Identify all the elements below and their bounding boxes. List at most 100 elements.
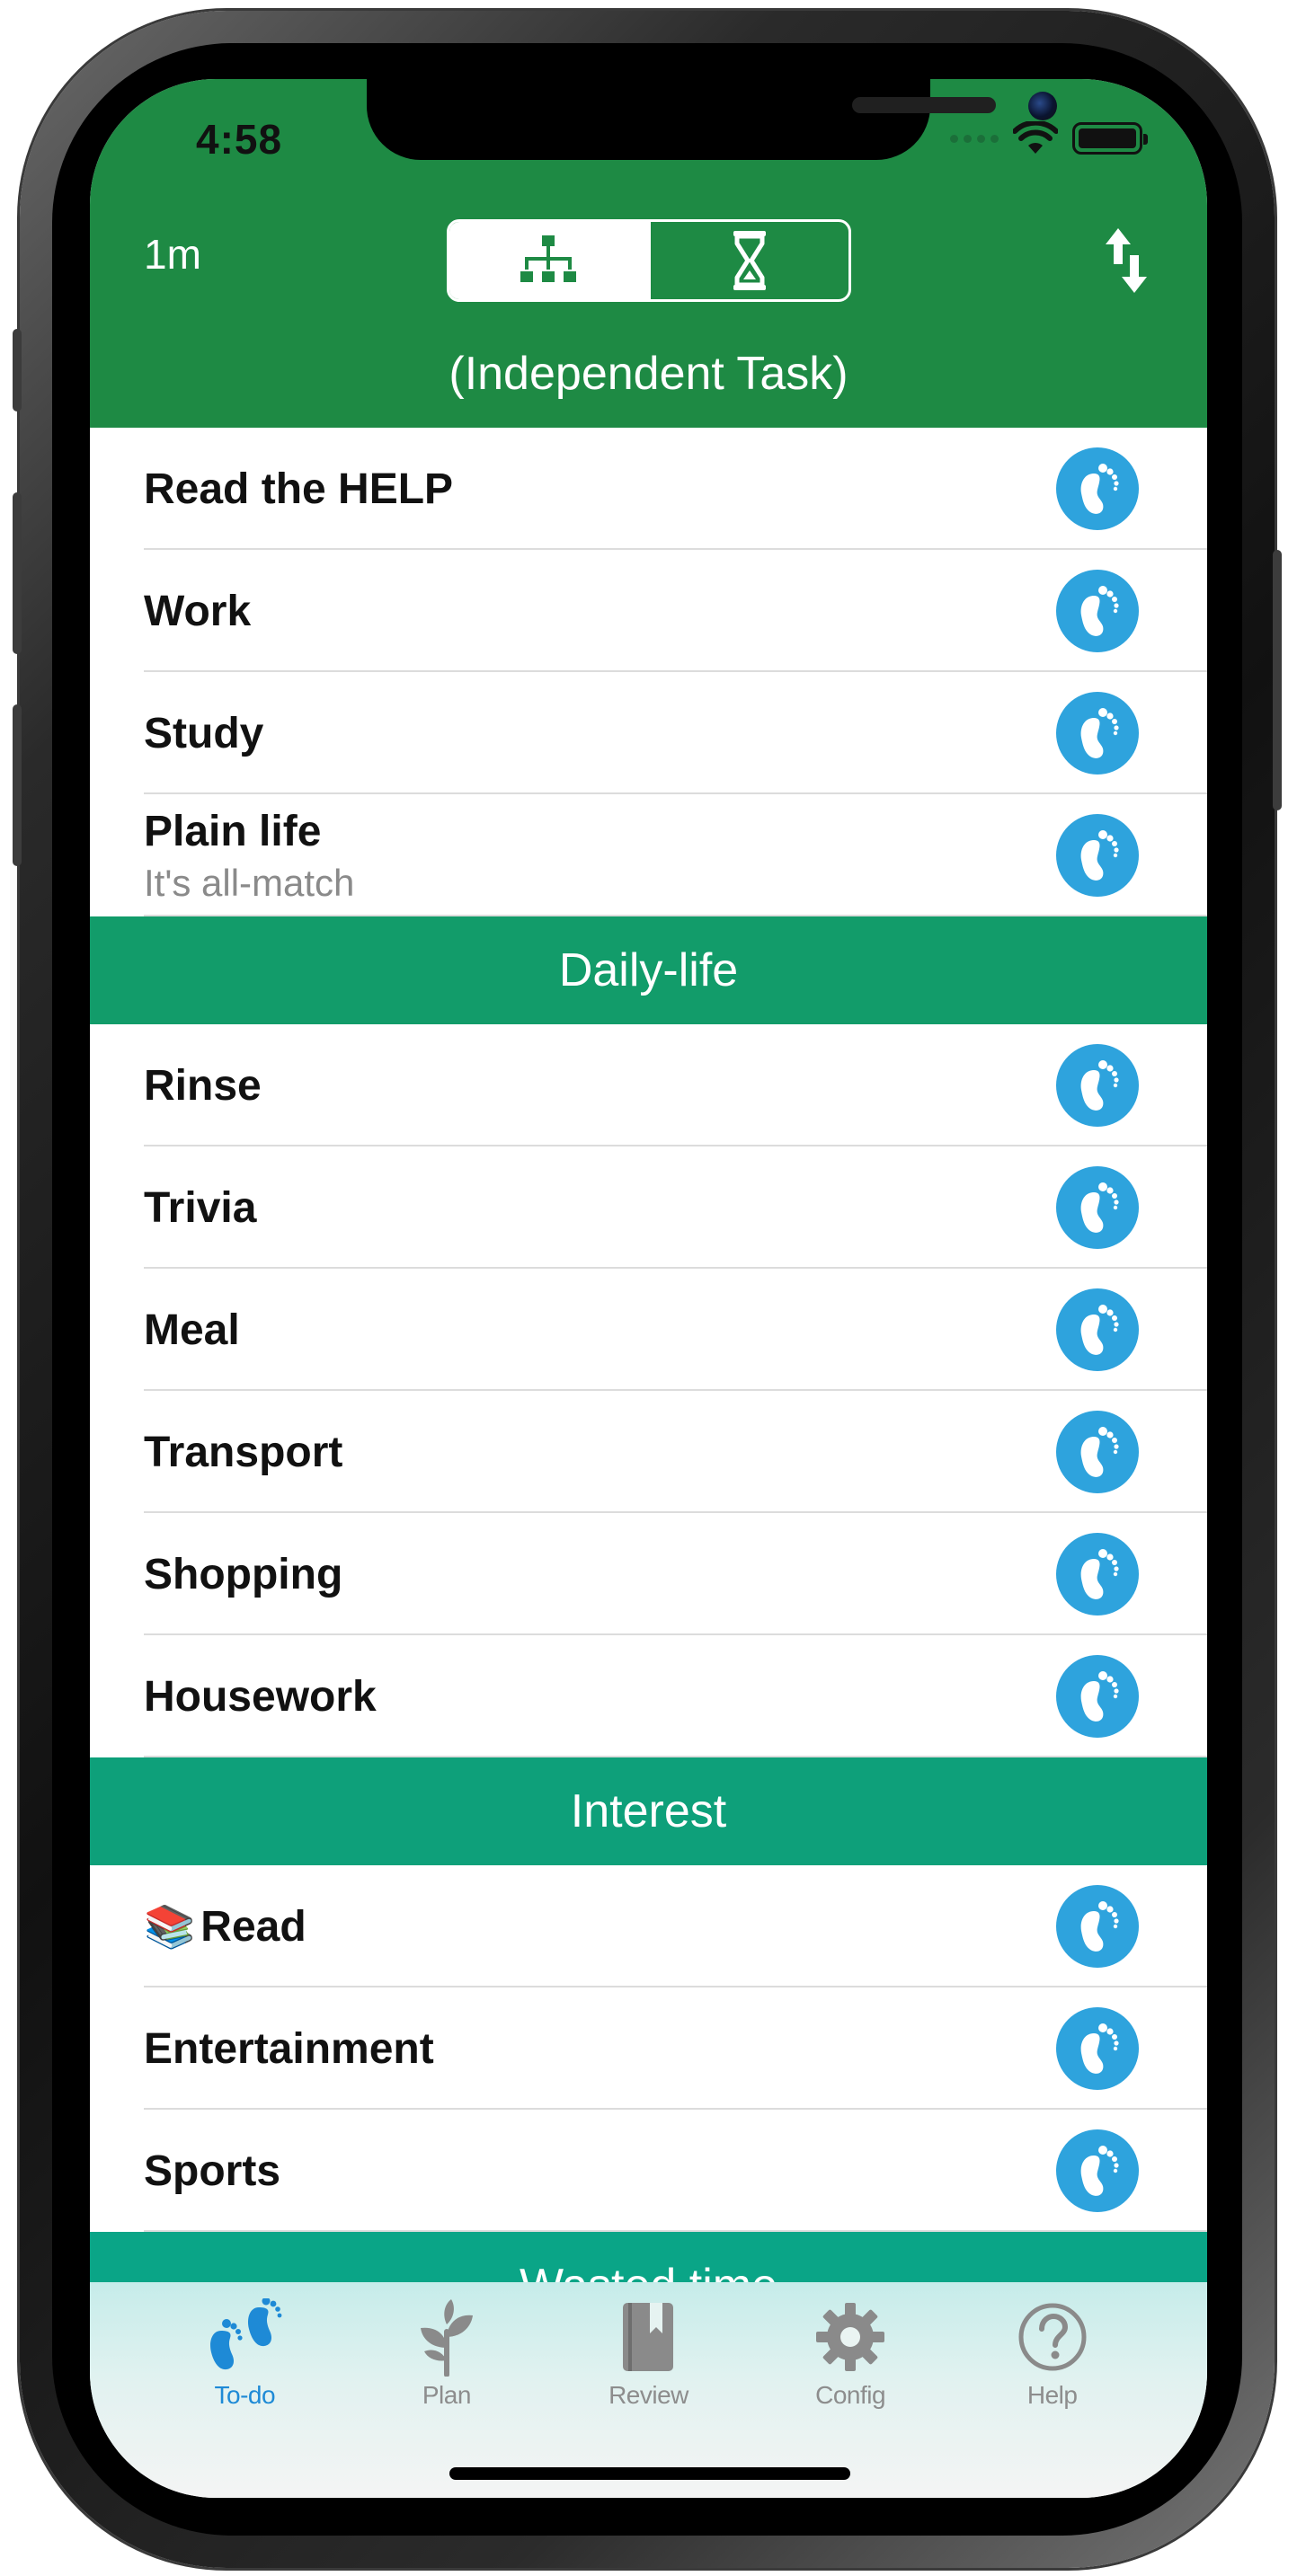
- row-divider: [144, 1756, 1207, 1757]
- task-label-text: Trivia: [144, 1183, 257, 1232]
- hierarchy-view-segment[interactable]: [449, 222, 648, 299]
- task-subtitle: It's all-match: [144, 861, 355, 904]
- footprint-icon: [1080, 1671, 1119, 1722]
- tab-review[interactable]: Review: [547, 2282, 750, 2498]
- task-row-plain-life[interactable]: Plain life It's all-match: [90, 794, 1207, 916]
- footprint-icon: [1080, 464, 1119, 514]
- task-label-text: Work: [144, 587, 252, 635]
- task-row-transport[interactable]: Transport: [90, 1391, 1207, 1513]
- start-task-button[interactable]: [1056, 570, 1139, 652]
- tab-bar: To-do Plan Review Config Help: [90, 2282, 1207, 2498]
- footprint-icon: [1080, 1901, 1119, 1952]
- start-task-button[interactable]: [1056, 1288, 1139, 1371]
- footprint-icon: [1080, 1549, 1119, 1599]
- tab-label: Plan: [422, 2381, 472, 2409]
- task-text: 📚 Read: [144, 1902, 306, 1952]
- start-task-button[interactable]: [1056, 2129, 1139, 2212]
- start-task-button[interactable]: [1056, 1044, 1139, 1127]
- footprint-icon: [1080, 708, 1119, 758]
- task-text: Housework: [144, 1672, 377, 1722]
- sort-arrows-icon: [1106, 228, 1147, 293]
- tab-to-do[interactable]: To-do: [144, 2282, 346, 2498]
- home-indicator[interactable]: [449, 2467, 850, 2480]
- tab-label: Review: [609, 2381, 688, 2409]
- footprint-icon: [1080, 1305, 1119, 1355]
- volume-up-button: [13, 492, 22, 654]
- task-text: Work: [144, 587, 251, 636]
- view-mode-segmented-control[interactable]: [447, 219, 851, 302]
- task-label-text: Study: [144, 709, 264, 757]
- task-label-text: Shopping: [144, 1550, 343, 1598]
- task-row-shopping[interactable]: Shopping: [90, 1513, 1207, 1635]
- task-label: Plain life: [144, 807, 354, 856]
- task-label-text: Plain life: [144, 807, 322, 855]
- start-task-button[interactable]: [1056, 814, 1139, 897]
- task-text: Transport: [144, 1428, 342, 1477]
- task-label-text: Transport: [144, 1428, 343, 1476]
- task-text: Shopping: [144, 1550, 342, 1599]
- footprint-icon: [1080, 830, 1119, 881]
- task-text: Plain life It's all-match: [144, 807, 354, 905]
- footprint-icon: [1080, 2023, 1119, 2074]
- task-label: Entertainment: [144, 2024, 434, 2074]
- start-task-button[interactable]: [1056, 1533, 1139, 1616]
- timer-label[interactable]: 1m: [144, 230, 201, 279]
- time-view-segment[interactable]: [647, 222, 849, 299]
- hierarchy-icon: [520, 235, 577, 282]
- tab-config[interactable]: Config: [750, 2282, 952, 2498]
- task-text: Study: [144, 709, 263, 758]
- task-row-housework[interactable]: Housework: [90, 1635, 1207, 1757]
- sort-button[interactable]: [1099, 225, 1153, 297]
- footprint-icon: [1080, 586, 1119, 636]
- start-task-button[interactable]: [1056, 1166, 1139, 1249]
- start-task-button[interactable]: [1056, 692, 1139, 775]
- section-header-independent-task: (Independent Task): [90, 320, 1207, 428]
- task-text: Rinse: [144, 1061, 262, 1111]
- task-row-meal[interactable]: Meal: [90, 1269, 1207, 1391]
- speaker: [852, 97, 996, 113]
- notch: [367, 79, 1057, 160]
- task-label-text: Read the HELP: [144, 465, 454, 513]
- start-task-button[interactable]: [1056, 1885, 1139, 1968]
- task-label: Rinse: [144, 1061, 262, 1111]
- tab-plan[interactable]: Plan: [346, 2282, 548, 2498]
- start-task-button[interactable]: [1056, 1655, 1139, 1738]
- side-button: [13, 329, 22, 412]
- screen: 4:58 1m (Independent Task) Read the HELP…: [90, 79, 1207, 2498]
- book-icon: [619, 2297, 677, 2377]
- start-task-button[interactable]: [1056, 2007, 1139, 2090]
- tab-label: Config: [815, 2381, 886, 2409]
- books-icon: 📚: [144, 1902, 196, 1950]
- task-label: Study: [144, 709, 263, 758]
- start-task-button[interactable]: [1056, 1411, 1139, 1493]
- tab-label: To-do: [214, 2381, 276, 2409]
- start-task-button[interactable]: [1056, 447, 1139, 530]
- tab-help[interactable]: Help: [951, 2282, 1153, 2498]
- row-divider: [144, 2230, 1207, 2232]
- task-label-text: Read: [200, 1902, 306, 1951]
- volume-down-button: [13, 704, 22, 866]
- task-row-sports[interactable]: Sports: [90, 2110, 1207, 2232]
- task-label-text: Rinse: [144, 1061, 262, 1110]
- task-row-trivia[interactable]: Trivia: [90, 1146, 1207, 1269]
- task-row-read-the-help[interactable]: Read the HELP: [90, 428, 1207, 550]
- task-row-study[interactable]: Study: [90, 672, 1207, 794]
- task-row-work[interactable]: Work: [90, 550, 1207, 672]
- task-label: Housework: [144, 1672, 377, 1722]
- task-row-read[interactable]: 📚 Read: [90, 1865, 1207, 1987]
- task-text: Read the HELP: [144, 465, 453, 514]
- task-row-rinse[interactable]: Rinse: [90, 1024, 1207, 1146]
- task-text: Trivia: [144, 1183, 256, 1233]
- tab-label: Help: [1026, 2381, 1078, 2409]
- section-header-daily-life: Daily-life: [90, 916, 1207, 1024]
- task-row-entertainment[interactable]: Entertainment: [90, 1987, 1207, 2110]
- section-header-interest: Interest: [90, 1757, 1207, 1865]
- task-list: (Independent Task) Read the HELP Work Study…: [90, 320, 1207, 2340]
- task-label: Trivia: [144, 1183, 256, 1233]
- task-label-text: Entertainment: [144, 2024, 434, 2073]
- footprint-icon: [1080, 1427, 1119, 1477]
- task-text: Entertainment: [144, 2024, 434, 2074]
- task-label-text: Housework: [144, 1672, 377, 1721]
- power-button: [1273, 550, 1282, 810]
- battery-icon: [1072, 122, 1148, 155]
